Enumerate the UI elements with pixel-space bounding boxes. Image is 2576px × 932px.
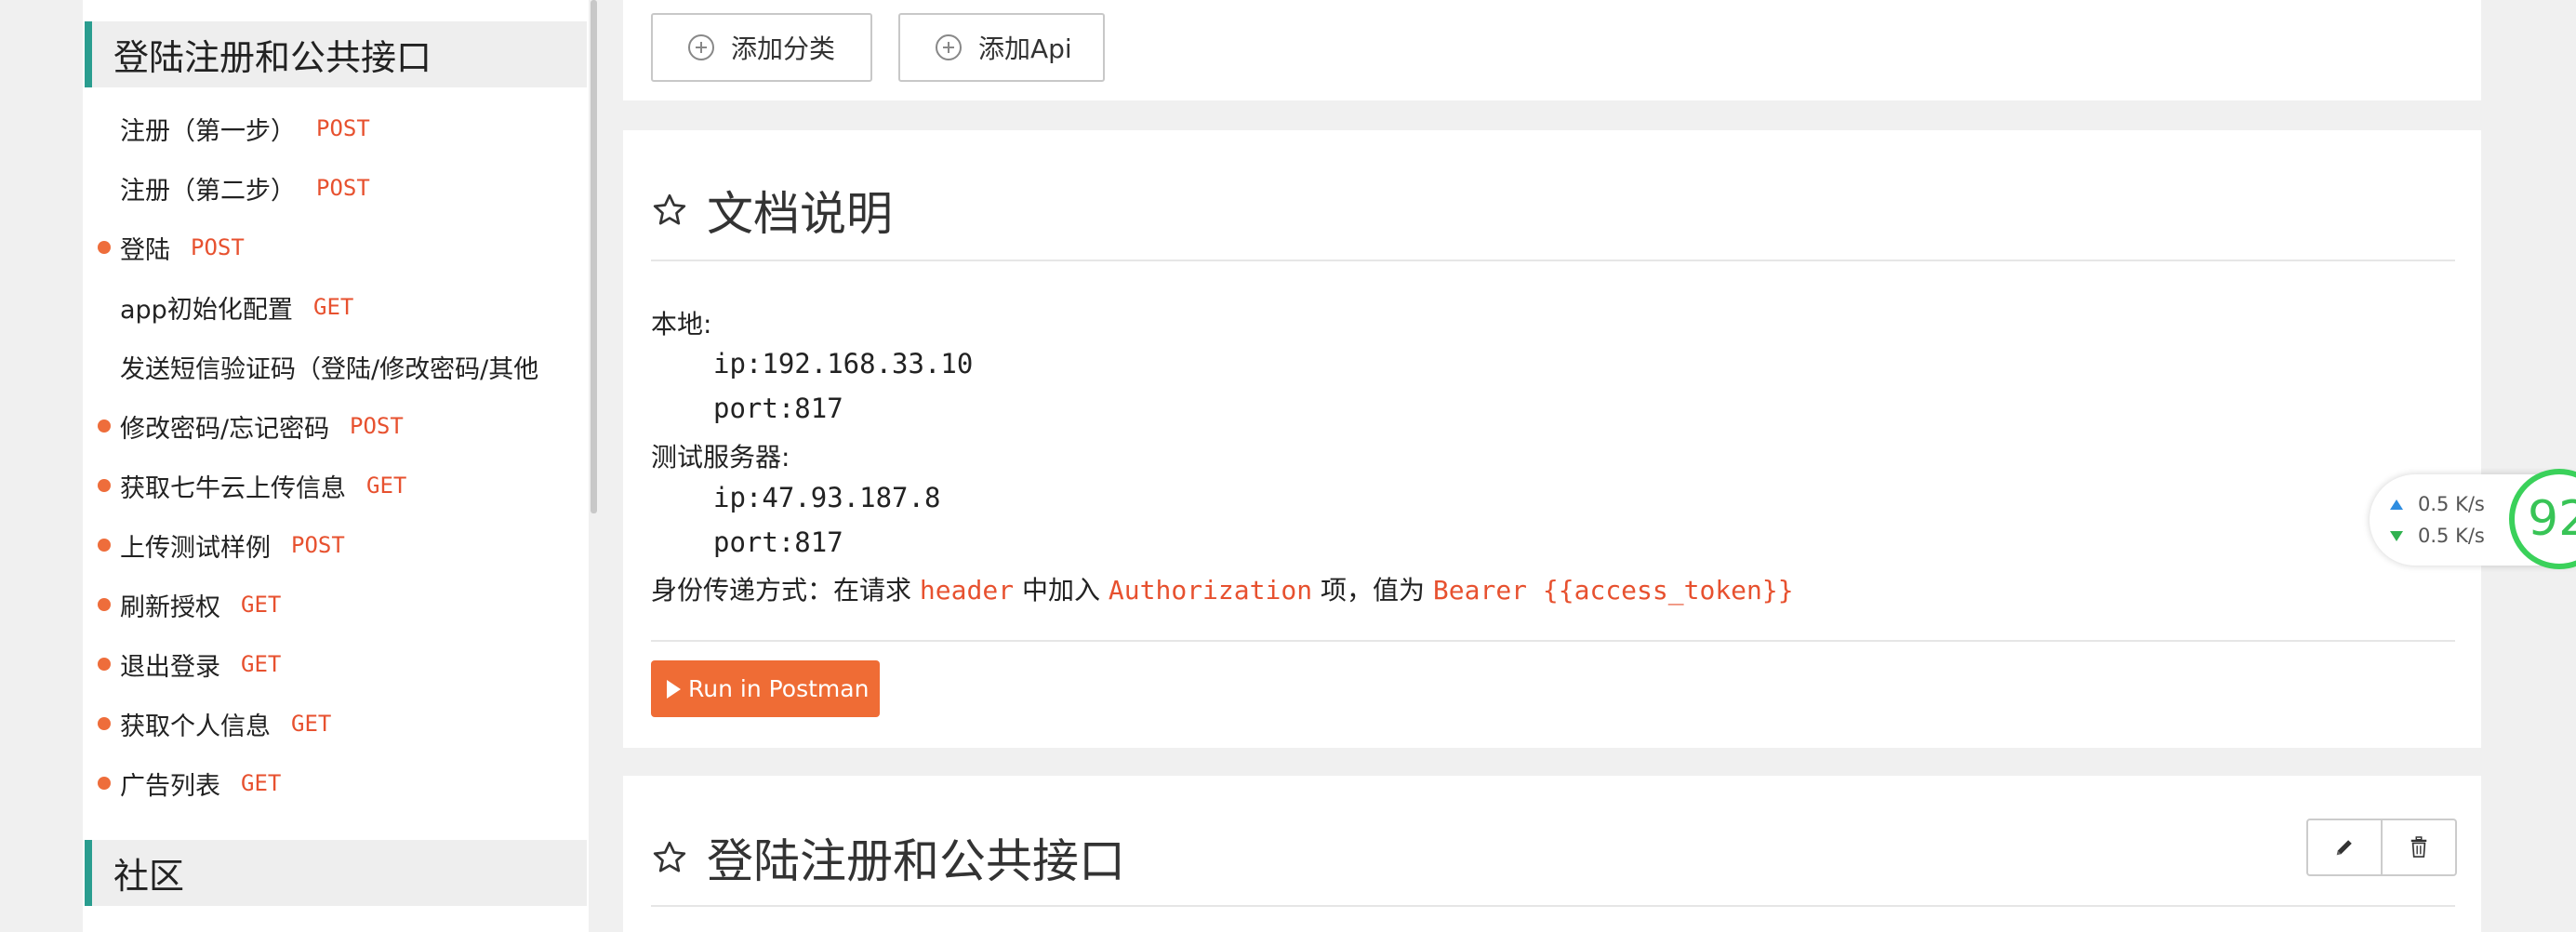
- local-ip: ip:192.168.33.10: [713, 348, 974, 379]
- auth-suffix: 项，值为: [1320, 575, 1425, 606]
- http-method-badge: POST: [316, 115, 370, 141]
- sidebar-api-label: 修改密码/忘记密码: [120, 414, 330, 444]
- sidebar-group-header-community[interactable]: 社区: [85, 840, 587, 906]
- divider: [651, 640, 2455, 642]
- local-port: port:817: [713, 393, 843, 424]
- edit-button[interactable]: [2308, 820, 2381, 874]
- active-dot-icon: [98, 717, 111, 730]
- sidebar-api-label: 获取七牛云上传信息: [120, 473, 346, 503]
- http-method-badge: POST: [191, 234, 245, 260]
- http-method-badge: GET: [313, 294, 354, 320]
- sidebar-api-label: 注册（第二步）: [120, 176, 296, 206]
- upload-speed: 0.5 K/s: [2390, 493, 2485, 515]
- sidebar-api-label: app初始化配置: [120, 295, 293, 325]
- arrow-down-icon: [2390, 530, 2403, 541]
- http-method-badge: POST: [316, 175, 370, 201]
- sidebar-api-item[interactable]: 退出登录 GET: [83, 637, 589, 691]
- sidebar-api-label: 刷新授权: [120, 592, 220, 622]
- http-method-badge: POST: [291, 532, 345, 558]
- divider: [651, 260, 2455, 261]
- sidebar-api-item[interactable]: 注册（第二步） POST: [83, 161, 589, 215]
- active-dot-icon: [98, 241, 111, 254]
- add-api-label: 添加Api: [978, 33, 1072, 64]
- divider: [651, 905, 2455, 907]
- delete-button[interactable]: [2381, 820, 2455, 874]
- doc-title: 文档说明: [707, 187, 893, 241]
- test-port: port:817: [713, 526, 843, 558]
- api-group-panel: 登陆注册和公共接口: [623, 776, 2481, 932]
- http-method-badge: GET: [366, 473, 407, 499]
- api-group-title-row: 登陆注册和公共接口: [651, 824, 1125, 891]
- auth-key-code: Authorization: [1108, 575, 1313, 606]
- star-icon[interactable]: [651, 192, 688, 229]
- auth-middle: 中加入: [1021, 575, 1100, 606]
- sidebar-api-item[interactable]: 获取七牛云上传信息 GET: [83, 459, 589, 513]
- pencil-icon: [2336, 840, 2352, 856]
- sidebar-api-label: 登陆: [120, 235, 170, 265]
- api-group-actions: [2306, 819, 2457, 876]
- sidebar-api-item[interactable]: app初始化配置 GET: [83, 280, 589, 334]
- trash-icon: [2410, 836, 2427, 858]
- sidebar-api-item[interactable]: 登陆 POST: [83, 220, 589, 274]
- auth-value-code: Bearer {{access_token}}: [1432, 575, 1794, 606]
- download-speed-value: 0.5 K/s: [2418, 525, 2485, 547]
- sidebar-api-label: 上传测试样例: [120, 533, 271, 563]
- add-api-button[interactable]: 添加Api: [898, 13, 1105, 82]
- sidebar: 登陆注册和公共接口 注册（第一步） POST 注册（第二步） POST 登陆 POST ap…: [83, 0, 589, 932]
- sidebar-group-title: 社区: [113, 856, 185, 897]
- active-dot-icon: [98, 598, 111, 611]
- active-dot-icon: [98, 658, 111, 671]
- local-label: 本地:: [651, 309, 712, 340]
- http-method-badge: POST: [350, 413, 404, 439]
- active-dot-icon: [98, 479, 111, 492]
- sidebar-group-header-auth[interactable]: 登陆注册和公共接口: [85, 21, 587, 87]
- star-icon[interactable]: [651, 839, 688, 876]
- sidebar-scrollbar[interactable]: [591, 0, 597, 513]
- download-speed: 0.5 K/s: [2390, 525, 2485, 547]
- active-dot-icon: [98, 539, 111, 552]
- sidebar-api-item[interactable]: 刷新授权 GET: [83, 578, 589, 632]
- test-ip: ip:47.93.187.8: [713, 482, 941, 513]
- sidebar-api-label: 注册（第一步）: [120, 116, 296, 146]
- sidebar-api-item[interactable]: 广告列表 GET: [83, 756, 589, 810]
- sidebar-group-title: 登陆注册和公共接口: [113, 37, 432, 78]
- sidebar-api-item[interactable]: 修改密码/忘记密码 POST: [83, 399, 589, 453]
- active-dot-icon: [98, 777, 111, 790]
- run-in-postman-label: Run in Postman: [688, 675, 870, 702]
- http-method-badge: GET: [241, 770, 282, 796]
- add-category-button[interactable]: 添加分类: [651, 13, 872, 82]
- upload-speed-value: 0.5 K/s: [2418, 493, 2485, 515]
- toolbar-panel: 添加分类 添加Api: [623, 0, 2481, 100]
- sidebar-api-label: 退出登录: [120, 652, 220, 682]
- auth-prefix: 身份传递方式：在请求: [651, 575, 912, 606]
- doc-panel: 文档说明 本地: ip:192.168.33.10 port:817 测试服务器…: [623, 130, 2481, 748]
- sidebar-api-item[interactable]: 注册（第一步） POST: [83, 101, 589, 155]
- sidebar-api-label: 广告列表: [120, 771, 220, 801]
- auth-description: 身份传递方式：在请求 header 中加入 Authorization 项，值为…: [651, 570, 1794, 607]
- http-method-badge: GET: [241, 651, 282, 677]
- arrow-up-icon: [2390, 499, 2403, 510]
- add-category-label: 添加分类: [731, 33, 836, 64]
- http-method-badge: GET: [291, 711, 332, 737]
- test-server-label: 测试服务器:: [651, 442, 790, 473]
- plus-circle-icon: [936, 34, 962, 60]
- http-method-badge: GET: [241, 592, 282, 618]
- play-icon: [667, 679, 681, 699]
- auth-header-code: header: [919, 575, 1015, 606]
- sidebar-api-item[interactable]: 发送短信验证码（登陆/修改密码/其他: [83, 340, 589, 393]
- plus-circle-icon: [688, 34, 714, 60]
- score-value: 92: [2528, 491, 2576, 547]
- doc-section-title: 文档说明: [651, 177, 893, 244]
- sidebar-api-label: 获取个人信息: [120, 712, 271, 741]
- active-dot-icon: [98, 419, 111, 433]
- sidebar-api-item[interactable]: 上传测试样例 POST: [83, 518, 589, 572]
- sidebar-api-item[interactable]: 获取个人信息 GET: [83, 697, 589, 751]
- run-in-postman-button[interactable]: Run in Postman: [651, 660, 880, 717]
- sidebar-api-label: 发送短信验证码（登陆/修改密码/其他: [120, 354, 539, 384]
- api-group-title: 登陆注册和公共接口: [707, 834, 1125, 888]
